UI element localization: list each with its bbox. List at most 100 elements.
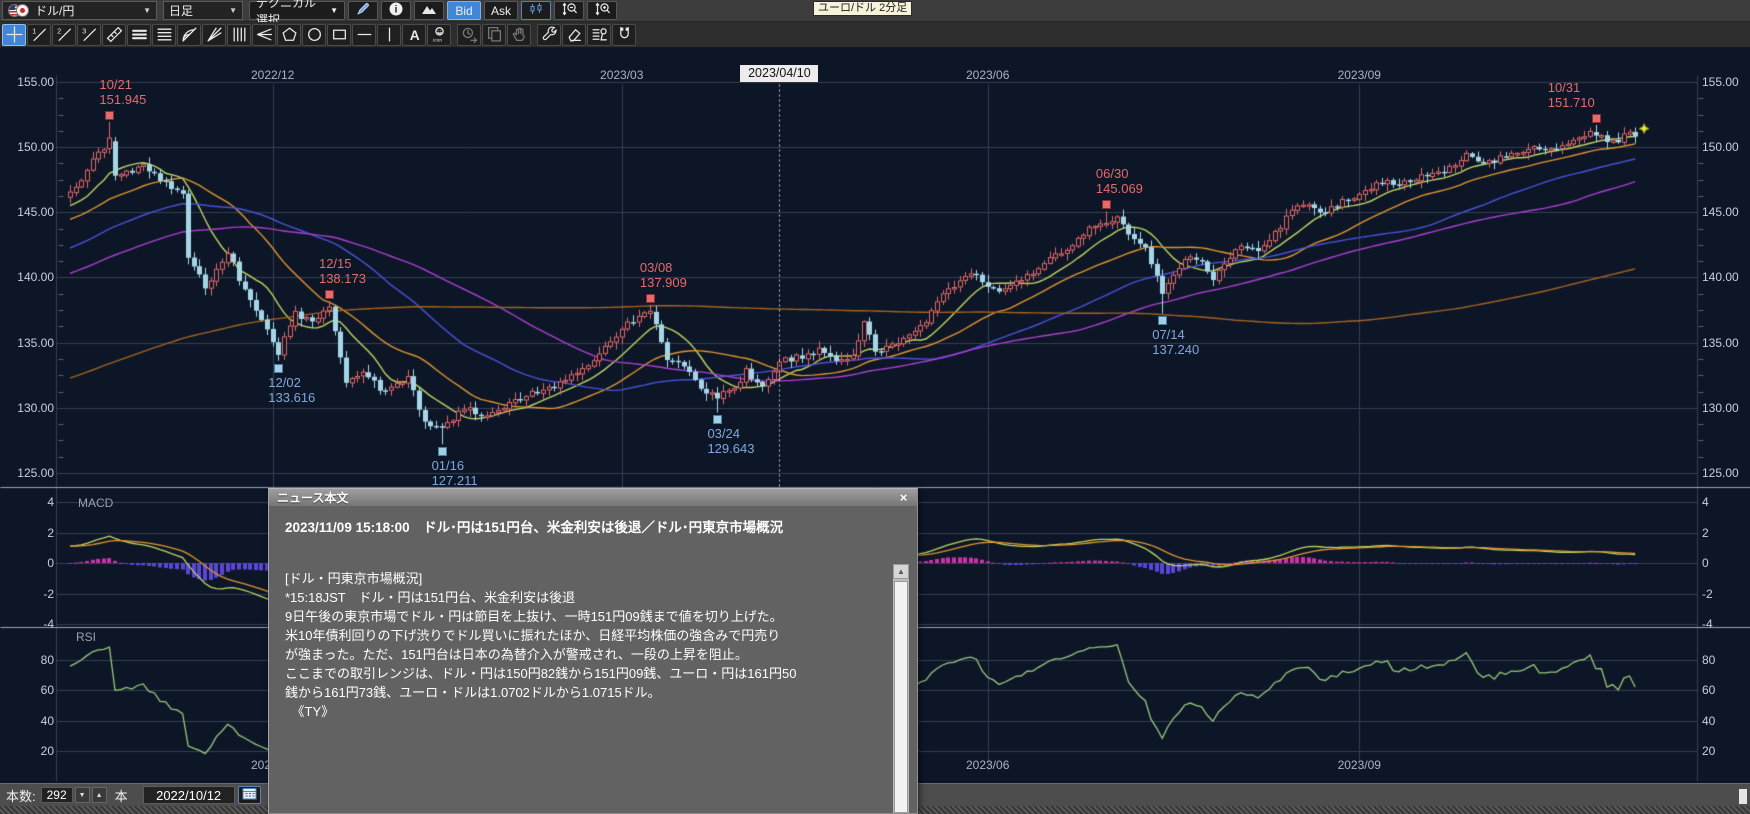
news-body-line: 9日午後の東京市場でドル・円は節目を上抜け、一時151円09銭まで値を切り上げた… bbox=[285, 607, 885, 626]
timeframe-selector[interactable]: 日足 ▼ bbox=[163, 1, 243, 20]
parallel-lines-3-icon bbox=[131, 26, 148, 43]
icon-stamp-tool-button[interactable]: icon bbox=[427, 24, 451, 46]
svg-text:3: 3 bbox=[82, 26, 86, 35]
news-scrollbar-thumb[interactable] bbox=[894, 581, 908, 813]
svg-text:2: 2 bbox=[57, 26, 61, 35]
news-body-line: 《TY》 bbox=[285, 702, 885, 721]
fan-lines-tool-button[interactable] bbox=[252, 24, 276, 46]
pentagon-icon bbox=[281, 26, 298, 43]
svg-text:1: 1 bbox=[32, 26, 36, 35]
zoom-out-icon bbox=[561, 1, 578, 20]
parallel-lines-4-icon bbox=[156, 26, 173, 43]
settings-list-tool-button[interactable] bbox=[587, 24, 611, 46]
vertical-grid-lines-tool-button[interactable] bbox=[227, 24, 251, 46]
copy-tool-button[interactable] bbox=[482, 24, 506, 46]
parallel-lines-3-tool-button[interactable] bbox=[127, 24, 151, 46]
trendline-3-icon: 3 bbox=[81, 26, 98, 43]
area-chart-button[interactable] bbox=[414, 1, 444, 20]
start-date-input[interactable]: 2022/10/12 bbox=[143, 786, 235, 804]
horizontal-line-icon bbox=[356, 26, 373, 43]
trendline-3-tool-button[interactable]: 3 bbox=[77, 24, 101, 46]
magnet-tool-button[interactable] bbox=[612, 24, 636, 46]
news-body-line: [ドル・円東京市場概況] bbox=[285, 569, 885, 588]
crosshair-icon bbox=[6, 26, 23, 43]
ellipse-icon bbox=[306, 26, 323, 43]
caret-down-icon: ▼ bbox=[330, 6, 338, 15]
svg-text:i: i bbox=[395, 5, 398, 16]
zoom-in-icon bbox=[594, 1, 611, 20]
calendar-icon bbox=[242, 787, 257, 803]
chart-style-button[interactable] bbox=[521, 1, 551, 20]
close-icon[interactable]: × bbox=[896, 490, 911, 505]
bar-count-input[interactable]: 292 bbox=[41, 787, 73, 803]
technical-select-button[interactable]: テクニカル選択 ▼ bbox=[249, 1, 345, 20]
news-window: ニュース本文 × 2023/11/09 15:18:00 ドル･円は151円台、… bbox=[268, 488, 918, 814]
trendline-1-tool-button[interactable]: 1 bbox=[27, 24, 51, 46]
zoom-in-button[interactable] bbox=[587, 1, 617, 20]
draw-pencil-button[interactable] bbox=[348, 1, 378, 20]
candlestick-icon bbox=[528, 1, 544, 20]
fibonacci-fan-tool-button[interactable] bbox=[202, 24, 226, 46]
rectangle-tool-button[interactable] bbox=[327, 24, 351, 46]
trendline-2-icon: 2 bbox=[56, 26, 73, 43]
fibonacci-arc-icon bbox=[181, 26, 198, 43]
copy-icon bbox=[486, 26, 503, 43]
info-button[interactable]: i bbox=[381, 1, 411, 20]
pencil-icon bbox=[355, 1, 371, 20]
drawing-toolbar: 1 2 3 Aicon bbox=[0, 22, 1750, 48]
drag-icon bbox=[511, 26, 528, 43]
zoom-out-button[interactable] bbox=[554, 1, 584, 20]
crosshair-tool-button[interactable] bbox=[2, 24, 26, 46]
vertical-grid-lines-icon bbox=[231, 26, 248, 43]
trendline-2-tool-button[interactable]: 2 bbox=[52, 24, 76, 46]
rectangle-icon bbox=[331, 26, 348, 43]
settings-list-icon bbox=[591, 26, 608, 43]
fibonacci-arc-tool-button[interactable] bbox=[177, 24, 201, 46]
news-body-line: 米10年債利回りの下げ渋りでドル買いに振れたほか、日経平均株価の強含みで円売り bbox=[285, 626, 885, 645]
eraser-tool-button[interactable] bbox=[562, 24, 586, 46]
ask-button[interactable]: Ask bbox=[484, 1, 518, 20]
bar-count-increment-button[interactable]: ▲ bbox=[92, 787, 107, 803]
bid-button[interactable]: Bid bbox=[447, 1, 481, 20]
info-icon: i bbox=[388, 1, 404, 20]
svg-text:A: A bbox=[409, 27, 419, 43]
pair-selector[interactable]: ドル/円 ▼ bbox=[2, 1, 157, 20]
ruler-icon bbox=[106, 26, 123, 43]
calendar-button[interactable] bbox=[238, 786, 261, 804]
news-body: [ドル・円東京市場概況]*15:18JST ドル・円は151円台、米金利安は後退… bbox=[285, 569, 885, 721]
vertical-line-tool-button[interactable] bbox=[377, 24, 401, 46]
chart-hover-tooltip: ユーロ/ドル 2分足 bbox=[813, 1, 912, 16]
wrench-icon bbox=[541, 26, 558, 43]
pentagon-tool-button[interactable] bbox=[277, 24, 301, 46]
pair-label: ドル/円 bbox=[35, 2, 74, 19]
mountain-icon bbox=[421, 1, 437, 20]
news-headline: 2023/11/09 15:18:00 ドル･円は151円台、米金利安は後退／ド… bbox=[285, 516, 877, 536]
scroll-up-arrow-icon[interactable]: ▲ bbox=[893, 564, 909, 579]
caret-down-icon: ▼ bbox=[135, 6, 151, 15]
news-window-titlebar[interactable]: ニュース本文 × bbox=[269, 489, 917, 506]
news-scrollbar[interactable]: ▲ bbox=[893, 564, 909, 813]
news-body-line: ここまでの取引レンジは、ドル・円は150円82銭から151円09銭、ユーロ・円は… bbox=[285, 664, 885, 683]
news-body-line: *15:18JST ドル・円は151円台、米金利安は後退 bbox=[285, 588, 885, 607]
horizontal-line-tool-button[interactable] bbox=[352, 24, 376, 46]
news-body-line: が強まった。ただ、151円台は日本の為替介入が警戒され、一段の上昇を阻止。 bbox=[285, 645, 885, 664]
resize-grip[interactable] bbox=[1739, 789, 1747, 804]
trendline-1-icon: 1 bbox=[31, 26, 48, 43]
eraser-icon bbox=[566, 26, 583, 43]
fan-lines-icon bbox=[256, 26, 273, 43]
ellipse-tool-button[interactable] bbox=[302, 24, 326, 46]
time-shift-tool-button[interactable] bbox=[457, 24, 481, 46]
parallel-lines-4-tool-button[interactable] bbox=[152, 24, 176, 46]
bar-count-decrement-button[interactable]: ▼ bbox=[75, 787, 90, 803]
news-window-title: ニュース本文 bbox=[277, 489, 348, 506]
text-tool-button[interactable]: A bbox=[402, 24, 426, 46]
japan-flag-icon bbox=[16, 4, 29, 17]
time-shift-icon bbox=[461, 26, 478, 43]
bar-count-label: 本数: bbox=[6, 786, 36, 805]
bar-unit-label: 本 bbox=[115, 786, 128, 805]
wrench-tool-button[interactable] bbox=[537, 24, 561, 46]
ruler-tool-button[interactable] bbox=[102, 24, 126, 46]
timeframe-label: 日足 bbox=[169, 2, 193, 19]
drag-tool-button[interactable] bbox=[507, 24, 531, 46]
vertical-line-icon bbox=[381, 26, 398, 43]
